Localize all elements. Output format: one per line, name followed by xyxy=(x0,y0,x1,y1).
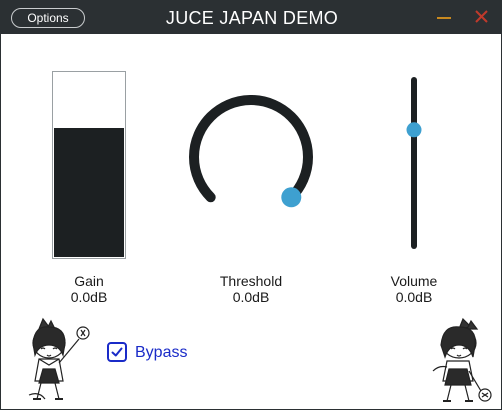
mascot-left-image xyxy=(28,317,90,400)
bypass-checkbox[interactable] xyxy=(107,342,127,362)
volume-value: 0.0dB xyxy=(395,289,433,305)
volume-slider-thumb[interactable] xyxy=(406,122,422,138)
options-button[interactable]: Options xyxy=(11,8,85,28)
gain-label: Gain xyxy=(74,273,104,289)
gain-value: 0.0dB xyxy=(70,289,108,305)
title-bar[interactable]: Options JUCE JAPAN DEMO xyxy=(1,0,502,34)
threshold-knob-arc xyxy=(189,95,313,203)
minimize-icon[interactable] xyxy=(433,6,455,28)
threshold-label: Threshold xyxy=(219,273,283,289)
volume-slider[interactable] xyxy=(399,70,429,256)
bypass-label[interactable]: Bypass xyxy=(135,343,187,363)
volume-label: Volume xyxy=(390,273,438,289)
threshold-knob[interactable] xyxy=(181,95,321,225)
threshold-knob-thumb[interactable] xyxy=(281,187,302,208)
threshold-value: 0.0dB xyxy=(232,289,270,305)
gain-meter[interactable] xyxy=(52,71,126,259)
close-icon[interactable] xyxy=(471,6,493,28)
gain-meter-fill xyxy=(54,128,124,257)
mascot-right-image xyxy=(432,317,492,402)
checkmark-icon xyxy=(111,347,123,357)
plugin-window: Options JUCE JAPAN DEMO Gain 0.0dB Thres… xyxy=(0,0,502,410)
